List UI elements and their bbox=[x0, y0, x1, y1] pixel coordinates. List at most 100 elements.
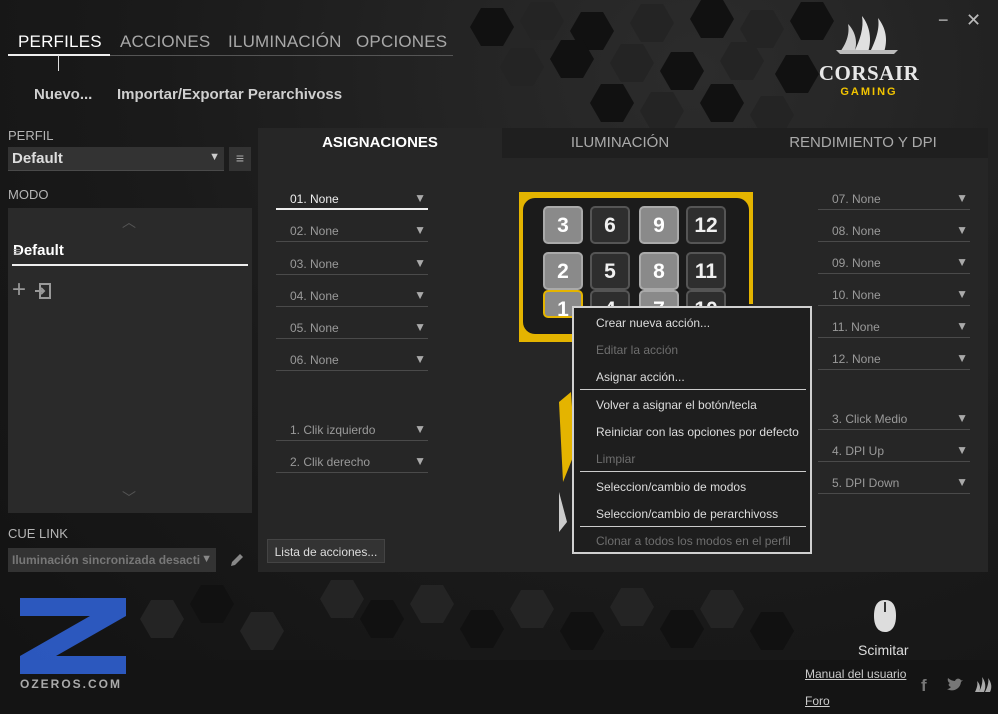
main-tabbar: ASIGNACIONES ILUMINACIÓN RENDIMIENTO Y D… bbox=[258, 128, 988, 158]
slot-label: 10. None bbox=[832, 288, 881, 302]
nav-tab-acciones[interactable]: ACCIONES bbox=[120, 32, 210, 52]
facebook-icon[interactable]: f bbox=[921, 676, 927, 696]
chevron-down-icon: ▼ bbox=[414, 191, 426, 205]
context-menu-item[interactable]: Volver a asignar el botón/tecla bbox=[580, 392, 806, 419]
chevron-down-icon: ▼ bbox=[209, 151, 220, 163]
keypad-key[interactable]: 12 bbox=[686, 206, 726, 244]
assignment-slot[interactable]: 06. None ▼ bbox=[276, 347, 428, 371]
corsair-sails-icon bbox=[836, 16, 898, 54]
mouse-device-icon[interactable] bbox=[872, 598, 898, 634]
import-mode-icon[interactable] bbox=[34, 282, 52, 300]
button-slot[interactable]: 2. Clik derecho ▼ bbox=[276, 449, 428, 473]
tab-rendimiento-dpi[interactable]: RENDIMIENTO Y DPI bbox=[738, 128, 988, 158]
menu-icon: ≡ bbox=[235, 150, 245, 166]
context-menu-separator bbox=[580, 389, 806, 390]
keypad-key[interactable]: 5 bbox=[590, 252, 630, 290]
mode-panel: ︿ Default ≡ + ﹀ bbox=[8, 208, 252, 513]
button-slot[interactable]: 1. Clik izquierdo ▼ bbox=[276, 417, 428, 441]
chevron-down-icon: ▼ bbox=[956, 351, 968, 365]
slot-label: 11. None bbox=[832, 320, 880, 334]
nav-tab-perfiles[interactable]: PERFILES bbox=[18, 32, 102, 52]
corsair-sails-icon[interactable] bbox=[974, 676, 994, 694]
user-manual-link[interactable]: Manual del usuario bbox=[805, 667, 906, 681]
keypad-key[interactable]: 11 bbox=[686, 252, 726, 290]
twitter-icon[interactable] bbox=[946, 678, 964, 692]
button-slot[interactable]: 4. DPI Up ▼ bbox=[818, 438, 970, 462]
context-menu-item[interactable]: Reiniciar con las opciones por defecto bbox=[580, 419, 806, 446]
slot-label: 05. None bbox=[290, 321, 339, 335]
keypad-key[interactable]: 9 bbox=[639, 206, 679, 244]
keypad-key[interactable]: 8 bbox=[639, 252, 679, 290]
assignment-slot[interactable]: 11. None ▼ bbox=[818, 314, 970, 338]
chevron-down-icon: ▼ bbox=[414, 320, 426, 334]
assignment-slot[interactable]: 07. None ▼ bbox=[818, 186, 970, 210]
chevron-down-icon: ▼ bbox=[956, 223, 968, 237]
context-menu-item: Clonar a todos los modos en el perfil bbox=[596, 534, 791, 548]
new-profile-button[interactable]: Nuevo... bbox=[34, 86, 92, 103]
assignment-slot[interactable]: 03. None ▼ bbox=[276, 251, 428, 275]
context-menu-separator bbox=[580, 526, 806, 527]
button-slot[interactable]: 3. Click Medio ▼ bbox=[818, 406, 970, 430]
context-menu-item: Editar la acción bbox=[596, 343, 679, 357]
assignment-slot[interactable]: 08. None ▼ bbox=[818, 218, 970, 242]
mode-item-default[interactable]: Default ≡ bbox=[12, 240, 248, 266]
nav-active-indicator bbox=[8, 54, 110, 56]
chevron-down-icon: ▼ bbox=[414, 256, 426, 270]
assignment-slot[interactable]: 09. None ▼ bbox=[818, 250, 970, 274]
slot-label: 09. None bbox=[832, 256, 881, 270]
action-list-button[interactable]: Lista de acciones... bbox=[267, 539, 385, 563]
pencil-icon[interactable] bbox=[228, 551, 246, 569]
scroll-up-icon[interactable]: ︿ bbox=[122, 212, 136, 232]
slot-label: 04. None bbox=[290, 289, 339, 303]
context-menu-item[interactable]: Seleccion/cambio de perarchivoss bbox=[580, 501, 806, 528]
context-menu-item[interactable]: Crear nueva acción... bbox=[580, 310, 806, 337]
profile-menu-button[interactable]: ≡ bbox=[229, 147, 251, 171]
nav-tab-iluminacion[interactable]: ILUMINACIÓN bbox=[228, 32, 342, 52]
forum-link[interactable]: Foro bbox=[805, 694, 830, 708]
minimize-button[interactable]: − bbox=[938, 10, 949, 31]
menu-icon[interactable]: ≡ bbox=[13, 244, 245, 259]
assignment-slot[interactable]: 12. None ▼ bbox=[818, 346, 970, 370]
keypad-key[interactable]: 6 bbox=[590, 206, 630, 244]
tab-asignaciones[interactable]: ASIGNACIONES bbox=[258, 128, 502, 158]
chevron-down-icon: ▼ bbox=[414, 422, 426, 436]
slot-label: 12. None bbox=[832, 352, 881, 366]
nav-pointer bbox=[58, 55, 59, 71]
chevron-down-icon: ▼ bbox=[956, 191, 968, 205]
assignment-slot[interactable]: 02. None ▼ bbox=[276, 218, 428, 242]
keypad-key[interactable]: 2 bbox=[543, 252, 583, 290]
chevron-down-icon: ▼ bbox=[956, 287, 968, 301]
context-menu-separator bbox=[580, 471, 806, 472]
close-button[interactable]: ✕ bbox=[966, 10, 981, 31]
assignment-slot[interactable]: 04. None ▼ bbox=[276, 283, 428, 307]
slot-label: 08. None bbox=[832, 224, 881, 238]
chevron-down-icon: ▼ bbox=[956, 255, 968, 269]
context-menu-item[interactable]: Asignar acción... bbox=[580, 364, 806, 391]
chevron-down-icon: ▼ bbox=[414, 223, 426, 237]
keypad-key[interactable]: 3 bbox=[543, 206, 583, 244]
corsair-logo: CORSAIR GAMING bbox=[814, 14, 924, 104]
cue-link-select-value: Iluminación sincronizada desacti bbox=[12, 553, 201, 567]
cue-link-select[interactable]: Iluminación sincronizada desacti ▼ bbox=[8, 548, 216, 572]
slot-label: 4. DPI Up bbox=[832, 444, 885, 458]
import-export-button[interactable]: Importar/Exportar Perarchivoss bbox=[117, 86, 342, 103]
chevron-down-icon: ▼ bbox=[956, 443, 968, 457]
button-slot[interactable]: 5. DPI Down ▼ bbox=[818, 470, 970, 494]
assignment-slot[interactable]: 01. None ▼ bbox=[276, 186, 428, 210]
slot-label: 06. None bbox=[290, 353, 339, 367]
context-menu-item[interactable]: Seleccion/cambio de modos bbox=[580, 474, 806, 501]
profile-select[interactable]: Default ▼ bbox=[8, 147, 224, 171]
tab-iluminacion[interactable]: ILUMINACIÓN bbox=[502, 128, 738, 158]
chevron-down-icon: ▼ bbox=[414, 352, 426, 366]
assignment-slot[interactable]: 10. None ▼ bbox=[818, 282, 970, 306]
mode-label: MODO bbox=[8, 187, 49, 202]
profile-label: PERFIL bbox=[8, 128, 54, 143]
assignment-slot[interactable]: 05. None ▼ bbox=[276, 315, 428, 339]
context-menu: Crear nueva acción... Editar la acción Asi… bbox=[572, 306, 812, 554]
chevron-down-icon: ▼ bbox=[414, 288, 426, 302]
scroll-down-icon[interactable]: ﹀ bbox=[122, 488, 136, 508]
nav-tab-opciones[interactable]: OPCIONES bbox=[356, 32, 447, 52]
chevron-down-icon: ▼ bbox=[201, 553, 212, 565]
add-mode-icon[interactable]: + bbox=[12, 278, 26, 302]
chevron-down-icon: ▼ bbox=[956, 475, 968, 489]
